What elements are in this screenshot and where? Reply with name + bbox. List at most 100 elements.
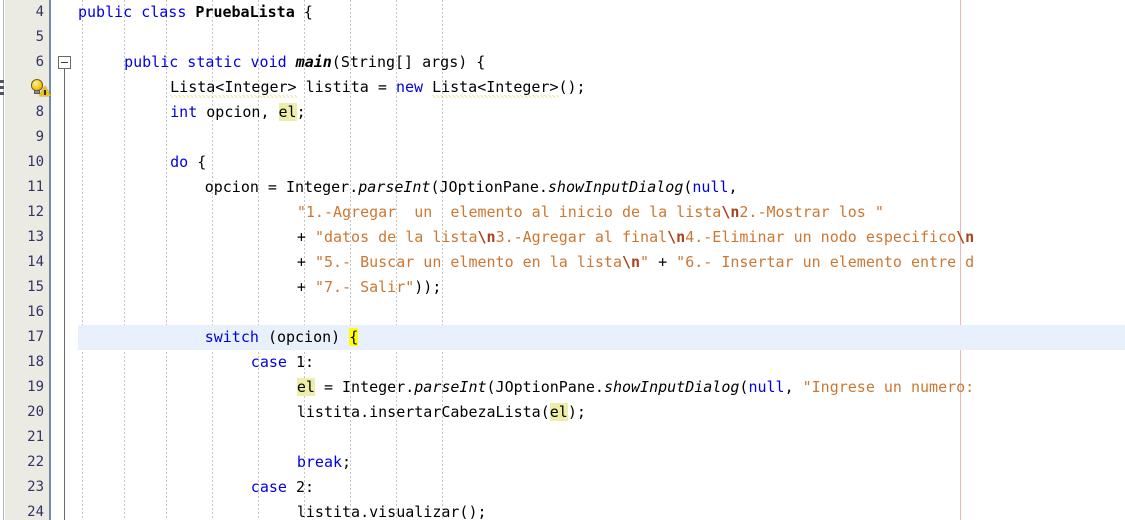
lightbulb-warning-icon[interactable] [29,75,51,100]
code-line[interactable]: "1.-Agregar un elemento al inicio de la … [297,200,884,225]
code-token: = Integer. [314,378,415,396]
code-token: void [250,53,296,71]
code-line[interactable]: int opcion, el; [170,100,306,125]
code-line[interactable]: case 1: [251,350,314,375]
code-token: "7.- Salir" [314,278,415,296]
code-token: ; [342,453,352,471]
line-number[interactable]: 14 [4,250,44,275]
line-number[interactable]: 19 [4,375,44,400]
line-number[interactable]: 4 [4,0,44,25]
code-line[interactable]: public class PruebaLista { [78,0,313,25]
code-token: static [187,53,251,71]
code-token: parseInt [414,378,487,396]
code-token: \n [477,228,496,246]
line-number[interactable]: 13 [4,225,44,250]
code-token: showInputDialog [547,178,684,196]
code-token: do [170,153,198,171]
line-number[interactable]: 18 [4,350,44,375]
line-number[interactable]: 22 [4,450,44,475]
code-token: \n [667,228,686,246]
line-number-gutter[interactable]: 456789101112131415161718192021222324 [5,0,51,520]
code-token: "5.- Buscar un elmento en la lista [314,253,622,271]
code-line[interactable]: case 2: [251,475,314,500]
fold-region-line [64,69,65,520]
indent-guide [166,0,167,520]
line-number[interactable]: 5 [4,25,44,50]
code-token: break [296,453,343,471]
line-number[interactable]: 16 [4,300,44,325]
code-token: "Ingrese un numero: [802,378,975,396]
code-line[interactable]: + "5.- Buscar un elmento en la lista\n" … [297,250,974,275]
code-token: listita = [296,78,396,96]
code-token: ; [296,103,306,121]
code-token: + [296,278,315,296]
code-token: (opcion) [267,328,350,346]
code-token: 3.-Agregar al final [495,228,668,246]
code-line[interactable]: + "datos de la lista\n3.-Agregar al fina… [297,225,974,250]
code-token: (); [558,78,586,96]
code-token: main [295,53,332,71]
code-token: , [728,178,738,196]
fold-minus-icon[interactable] [58,56,71,69]
line-number[interactable]: 15 [4,275,44,300]
code-token: )); [414,278,442,296]
annotation-mark [0,80,4,83]
line-number[interactable]: 8 [4,100,44,125]
annotation-mark [0,92,4,95]
code-token: \n [721,203,740,221]
code-line[interactable]: el = Integer.parseInt(JOptionPane.showIn… [296,375,975,400]
code-token: class [141,3,196,21]
code-line[interactable]: listita.visualizar(); [297,500,487,520]
code-line[interactable]: break; [297,450,351,475]
code-line[interactable]: do { [170,150,206,175]
code-token: listita.insertarCabezaLista( [296,403,550,421]
code-token: "6.- Insertar un elemento entre d [676,253,975,271]
code-token: PruebaLista [195,3,295,21]
code-line[interactable]: listita.insertarCabezaLista(el); [297,400,586,425]
code-token: + [296,228,315,246]
code-fold-column[interactable] [53,0,78,520]
code-token: { [294,3,313,21]
line-number[interactable]: 11 [4,175,44,200]
line-number[interactable]: 24 [4,500,44,520]
code-line[interactable]: opcion = Integer.parseInt(JOptionPane.sh… [205,175,738,200]
line-number[interactable]: 23 [4,475,44,500]
line-number[interactable]: 12 [4,200,44,225]
code-token: public [124,53,188,71]
code-token: (String[] args) { [331,53,486,71]
code-token: new [395,78,433,96]
line-number[interactable]: 20 [4,400,44,425]
code-line[interactable]: Lista<Integer> listita = new Lista<Integ… [170,75,586,100]
code-token: "datos de la lista [314,228,478,246]
code-token: parseInt [358,178,431,196]
code-token: int [170,103,207,121]
line-number[interactable]: 10 [4,150,44,175]
code-line[interactable]: + "7.- Salir")); [297,275,442,300]
code-token: + [296,253,315,271]
code-editor[interactable]: 456789101112131415161718192021222324 pub… [0,0,1125,520]
code-token: "1.-Agregar un elemento al inicio de la … [296,203,722,221]
line-number[interactable]: 17 [4,325,44,350]
code-token: listita.visualizar(); [296,503,487,520]
code-token: public [78,3,142,21]
code-token: el [296,378,315,396]
code-token: " [640,253,650,271]
code-line[interactable]: public static void main(String[] args) { [124,50,485,75]
code-token: Lista<Integer> [432,78,559,98]
code-token: \n [956,228,975,246]
code-token: null [748,378,785,396]
code-line[interactable]: switch (opcion) { [205,325,359,350]
code-token: showInputDialog [603,378,740,396]
code-token: opcion, [206,103,279,121]
code-token: (JOptionPane. [486,378,604,396]
code-text-area[interactable]: public class PruebaLista { public static … [78,0,1125,520]
code-token: case [250,353,296,371]
code-token: switch [204,328,268,346]
line-number[interactable]: 6 [4,50,44,75]
code-token: ); [567,403,586,421]
code-token: Lista<Integer> [170,78,297,98]
line-number[interactable]: 21 [4,425,44,450]
code-token: { [349,328,359,346]
code-token: 4.-Eliminar un nodo especifico [685,228,957,246]
line-number[interactable]: 9 [4,125,44,150]
